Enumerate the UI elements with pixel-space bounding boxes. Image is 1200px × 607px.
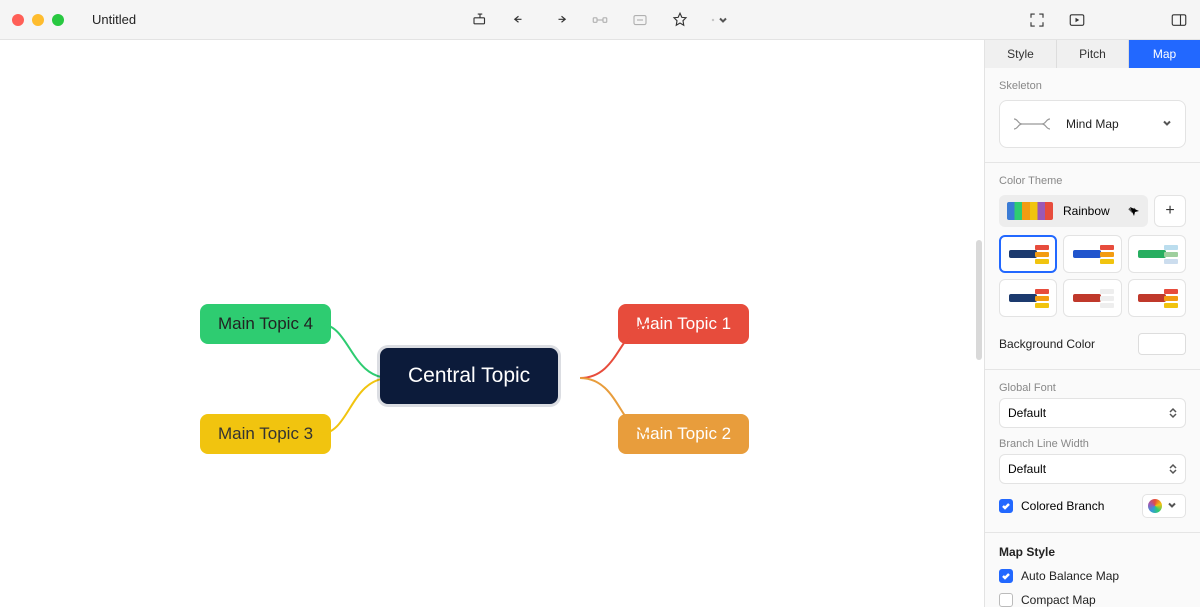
stepper-icon [1169,463,1177,475]
color-theme-value: Rainbow [1063,204,1126,218]
toggle-panel-icon[interactable] [1170,11,1188,29]
chevron-down-icon [1166,499,1180,513]
compact-map-checkbox[interactable] [999,593,1013,607]
color-theme-dropdown[interactable]: Rainbow [999,195,1148,227]
canvas[interactable]: Central Topic Main Topic 4 Main Topic 3 … [0,40,984,607]
color-wheel-icon [1148,499,1162,513]
global-font-label: Global Font [999,382,1186,394]
color-theme-option-6[interactable] [1128,279,1186,317]
color-theme-option-3[interactable] [1128,235,1186,273]
toolbar-right [1028,11,1188,29]
color-theme-option-5[interactable] [1063,279,1121,317]
global-font-value: Default [1008,406,1169,420]
main-topic-4-node[interactable]: Main Topic 4 [200,304,331,344]
stepper-icon [1169,407,1177,419]
document-title: Untitled [92,12,136,27]
colored-branch-checkbox[interactable] [999,499,1013,513]
skeleton-thumb-icon [1010,111,1054,137]
skeleton-label: Skeleton [999,80,1186,92]
compact-map-row[interactable]: Compact Map [999,593,1186,607]
colored-branch-color-picker[interactable] [1142,494,1186,518]
toolbar-center [471,11,729,29]
redo-icon[interactable] [551,11,569,29]
chevron-down-icon [1161,117,1175,131]
color-theme-grid [999,235,1186,317]
canvas-scrollbar[interactable] [976,240,982,360]
color-theme-option-1[interactable] [999,235,1057,273]
global-font-select[interactable]: Default [999,398,1186,428]
color-theme-label: Color Theme [999,175,1186,187]
relationship-icon[interactable] [591,11,609,29]
branch-line-width-select[interactable]: Default [999,454,1186,484]
colored-branch-label: Colored Branch [1021,499,1104,513]
main-topic-2-node[interactable]: Main Topic 2 [618,414,749,454]
side-panel: Style Pitch Map Skeleton Mind Map Color … [984,40,1200,607]
add-topic-icon[interactable] [471,11,489,29]
compact-map-label: Compact Map [1021,593,1096,607]
auto-balance-checkbox[interactable] [999,569,1013,583]
branch-line-width-label: Branch Line Width [999,438,1186,450]
add-button[interactable] [711,11,729,29]
color-theme-option-2[interactable] [1063,235,1121,273]
branch-line-width-value: Default [1008,462,1169,476]
map-style-heading: Map Style [999,545,1186,559]
chevron-down-icon [717,13,729,27]
tab-style[interactable]: Style [985,40,1057,68]
star-icon[interactable] [671,11,689,29]
chevron-down-icon [1126,204,1140,218]
tab-map[interactable]: Map [1129,40,1200,68]
main-topic-3-node[interactable]: Main Topic 3 [200,414,331,454]
background-color-label: Background Color [999,337,1095,351]
central-topic-node[interactable]: Central Topic [380,348,558,404]
color-theme-option-4[interactable] [999,279,1057,317]
auto-balance-row[interactable]: Auto Balance Map [999,569,1186,583]
skeleton-value: Mind Map [1066,117,1161,131]
background-color-swatch[interactable] [1138,333,1186,355]
panel-tabs: Style Pitch Map [985,40,1200,68]
auto-balance-label: Auto Balance Map [1021,569,1119,583]
maximize-window[interactable] [52,14,64,26]
presentation-icon[interactable] [1068,11,1086,29]
minimize-window[interactable] [32,14,44,26]
toolbar: Untitled [0,0,1200,40]
window-controls [12,14,64,26]
add-color-theme-button[interactable]: + [1154,195,1186,227]
tab-pitch[interactable]: Pitch [1057,40,1129,68]
boundary-icon[interactable] [631,11,649,29]
main-topic-1-node[interactable]: Main Topic 1 [618,304,749,344]
undo-icon[interactable] [511,11,529,29]
rainbow-swatch-icon [1007,202,1053,220]
close-window[interactable] [12,14,24,26]
skeleton-selector[interactable]: Mind Map [999,100,1186,148]
expand-icon[interactable] [1028,11,1046,29]
